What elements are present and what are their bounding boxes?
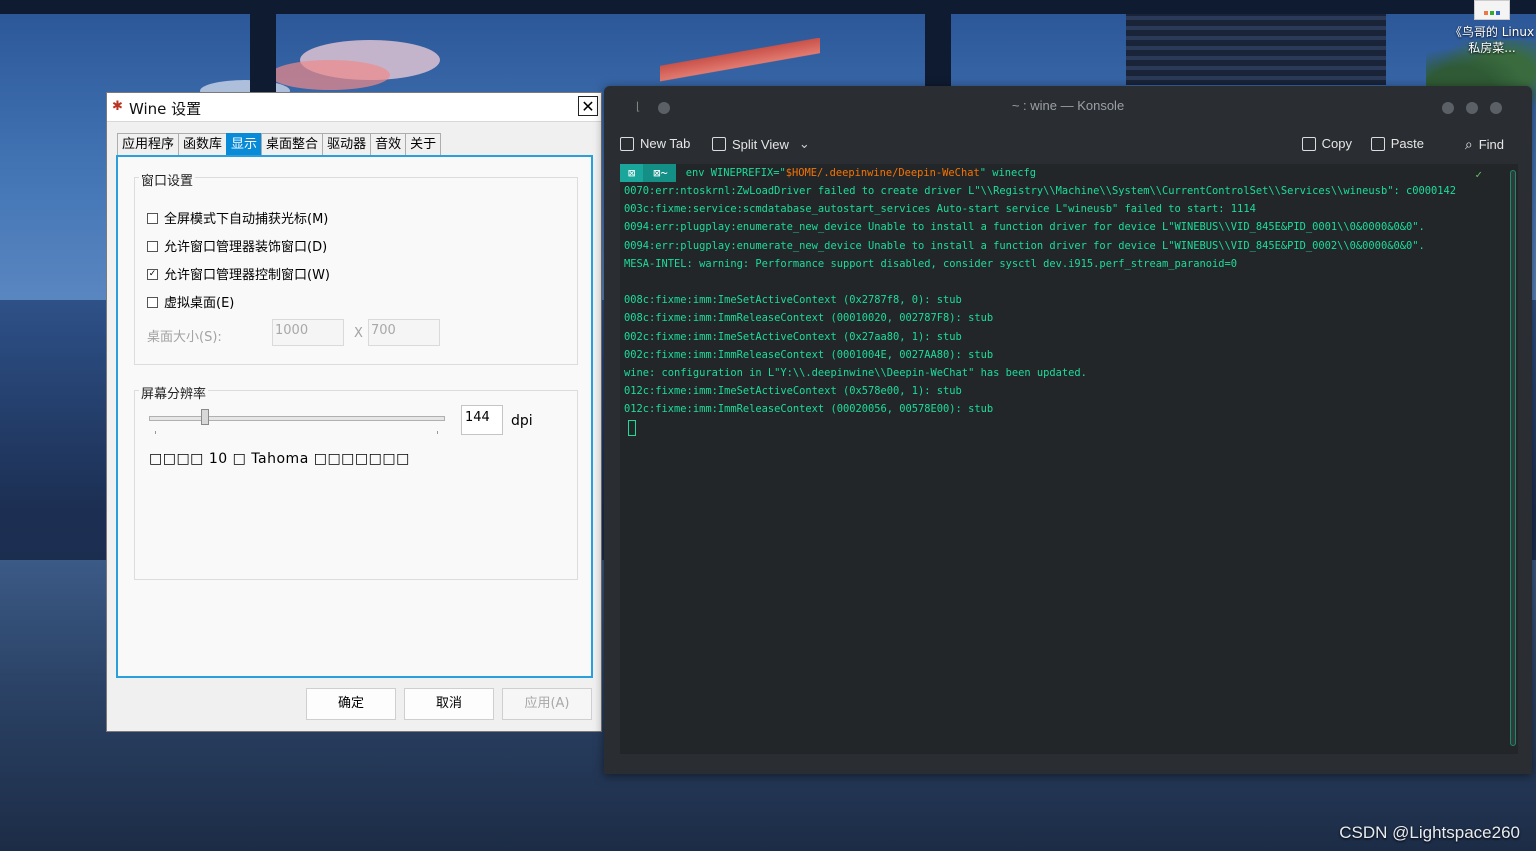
- search-icon: ⌕: [1464, 136, 1473, 152]
- split-view-label: Split View: [732, 136, 789, 152]
- terminal-scrollbar[interactable]: [1510, 170, 1516, 746]
- prompt-os-segment: ⊠: [620, 164, 644, 182]
- konsole-window: ⌊ ~ : wine — Konsole New Tab Split View …: [604, 86, 1532, 774]
- konsole-toolbar: New Tab Split View ⌄ Copy Paste ⌕ Find: [620, 126, 1516, 164]
- command-var: $HOME/.deepinwine/Deepin-WeChat: [785, 166, 980, 179]
- checkbox-box: [147, 213, 158, 224]
- apply-button[interactable]: 应用(A): [502, 688, 592, 720]
- desktop-file-icon[interactable]: 《鸟哥的 Linux私房菜...: [1448, 0, 1536, 56]
- output-line: 0070:err:ntoskrnl:ZwLoadDriver failed to…: [624, 185, 1457, 197]
- window-frame: [0, 0, 1536, 14]
- output-line: 0094:err:plugplay:enumerate_new_device U…: [624, 239, 1425, 252]
- wine-tab-bar: 应用程序 函数库 显示 桌面整合 驱动器 音效 关于: [117, 133, 442, 155]
- checkbox-label: 允许窗口管理器控制窗口(W): [164, 268, 330, 283]
- status-check-icon: ✓: [1475, 168, 1482, 181]
- output-line: wine: configuration in L"Y:\\.deepinwine…: [624, 367, 1087, 380]
- split-view-icon: [712, 137, 726, 151]
- checkbox-box: [147, 241, 158, 252]
- maximize-button[interactable]: [1466, 102, 1478, 114]
- output-line: 012c:fixme:imm:ImmReleaseContext (000200…: [624, 403, 994, 416]
- close-button[interactable]: [1490, 102, 1502, 114]
- output-line: 002c:fixme:imm:ImmReleaseContext (000100…: [624, 348, 994, 361]
- checkbox-box: [147, 297, 158, 308]
- tab-drives[interactable]: 驱动器: [322, 133, 372, 155]
- group-title: 屏幕分辨率: [139, 383, 209, 402]
- output-line: 002c:fixme:imm:ImeSetActiveContext (0x27…: [624, 330, 962, 343]
- tab-applications[interactable]: 应用程序: [117, 133, 180, 155]
- output-line: 012c:fixme:imm:ImeSetActiveContext (0x57…: [624, 385, 962, 398]
- terminal-cursor: [628, 419, 636, 436]
- konsole-titlebar[interactable]: ⌊ ~ : wine — Konsole: [604, 86, 1532, 126]
- command-line: env WINEPREFIX="$HOME/.deepinwine/Deepin…: [676, 164, 1036, 182]
- csdn-watermark: CSDN @Lightspace260: [1339, 823, 1520, 842]
- paste-label: Paste: [1390, 136, 1424, 151]
- desktop-size-label: 桌面大小(S):: [147, 330, 222, 345]
- terminal-view[interactable]: ⊠ ⊠~ env WINEPREFIX="$HOME/.deepinwine/D…: [620, 164, 1518, 754]
- auto-capture-mouse-checkbox[interactable]: 全屏模式下自动捕获光标(M): [147, 208, 328, 227]
- allow-wm-control-checkbox[interactable]: ✓ 允许窗口管理器控制窗口(W): [147, 264, 330, 283]
- prompt-dir-segment: ⊠~: [643, 164, 676, 182]
- konsole-title: ~ : wine — Konsole: [1011, 98, 1125, 113]
- paste-icon: [1370, 136, 1385, 151]
- size-separator: X: [354, 326, 363, 341]
- ok-button[interactable]: 确定: [306, 688, 396, 720]
- wine-glass-icon: ✱: [112, 99, 123, 114]
- desktop-height-field[interactable]: 700: [368, 319, 440, 346]
- font-sample-text: □□□□ 10 □ Tahoma □□□□□□□: [149, 451, 410, 467]
- window-settings-group: 窗口设置 全屏模式下自动捕获光标(M) 允许窗口管理器装饰窗口(D) ✓ 允许窗口…: [134, 170, 578, 365]
- output-line: MESA-INTEL: warning: Performance support…: [624, 257, 1238, 270]
- wine-titlebar[interactable]: ✱ Wine 设置 ✕: [107, 93, 601, 122]
- find-button[interactable]: ⌕ Find: [1465, 136, 1504, 153]
- dpi-input[interactable]: 144: [461, 405, 503, 435]
- tab-about[interactable]: 关于: [405, 133, 442, 155]
- allow-wm-decorate-checkbox[interactable]: 允许窗口管理器装饰窗口(D): [147, 236, 327, 255]
- output-line: 008c:fixme:imm:ImeSetActiveContext (0x27…: [624, 294, 962, 307]
- new-tab-button[interactable]: New Tab: [620, 136, 690, 151]
- slider-tick: [155, 431, 156, 434]
- wallpaper-plane: [660, 38, 820, 88]
- output-line: 0094:err:plugplay:enumerate_new_device U…: [624, 221, 1425, 234]
- output-line: 003c:fixme:service:scmdatabase_autostart…: [624, 203, 1256, 216]
- checkbox-label: 允许窗口管理器装饰窗口(D): [164, 240, 328, 255]
- dpi-unit-label: dpi: [511, 413, 533, 429]
- output-line: 008c:fixme:imm:ImmReleaseContext (000100…: [624, 312, 994, 325]
- slider-tick: [437, 431, 438, 434]
- output-line: ​: [620, 273, 1518, 291]
- cancel-button[interactable]: 取消: [404, 688, 494, 720]
- minimize-button[interactable]: [1442, 102, 1454, 114]
- copy-button[interactable]: Copy: [1301, 136, 1352, 151]
- desktop-icon-label: 《鸟哥的 Linux私房菜...: [1449, 25, 1535, 55]
- wine-window-title: Wine 设置: [129, 100, 202, 118]
- virtual-desktop-checkbox[interactable]: 虚拟桌面(E): [147, 292, 234, 311]
- graphics-tab-panel: 窗口设置 全屏模式下自动捕获光标(M) 允许窗口管理器装饰窗口(D) ✓ 允许窗口…: [116, 155, 593, 678]
- copy-label: Copy: [1321, 136, 1352, 151]
- tab-desktop-integration[interactable]: 桌面整合: [261, 133, 324, 155]
- checkbox-label: 虚拟桌面(E): [164, 296, 235, 311]
- command-text: " winecfg: [979, 166, 1037, 179]
- wallpaper-cloud: [270, 60, 390, 90]
- paste-button[interactable]: Paste: [1370, 136, 1424, 151]
- copy-icon: [1301, 136, 1316, 151]
- chevron-down-icon[interactable]: ⌄: [799, 136, 810, 152]
- wine-settings-window: ✱ Wine 设置 ✕ 应用程序 函数库 显示 桌面整合 驱动器 音效 关于 窗…: [106, 92, 602, 732]
- find-label: Find: [1478, 137, 1504, 152]
- file-thumbnail-icon: [1474, 0, 1510, 20]
- desktop-width-field[interactable]: 1000: [272, 319, 344, 346]
- screen-resolution-group: 屏幕分辨率 144 dpi □□□□ 10 □ Tahoma □□□□□□□: [134, 383, 578, 580]
- dpi-slider-track[interactable]: [149, 416, 445, 421]
- shell-prompt: ⊠ ⊠~ env WINEPREFIX="$HOME/.deepinwine/D…: [620, 164, 1518, 182]
- checkbox-checked-box: ✓: [147, 269, 158, 280]
- group-title: 窗口设置: [139, 170, 196, 189]
- tab-audio[interactable]: 音效: [370, 133, 407, 155]
- new-tab-label: New Tab: [640, 136, 691, 151]
- checkbox-label: 全屏模式下自动捕获光标(M): [164, 212, 329, 227]
- tab-libraries[interactable]: 函数库: [178, 133, 228, 155]
- new-tab-icon: [620, 136, 634, 151]
- dpi-slider-handle[interactable]: [201, 409, 209, 425]
- cursor-line: [620, 419, 1518, 437]
- split-view-button[interactable]: Split View ⌄: [712, 136, 810, 152]
- command-text: env WINEPREFIX=": [685, 166, 786, 179]
- tab-graphics[interactable]: 显示: [226, 133, 263, 155]
- close-button[interactable]: ✕: [578, 96, 598, 116]
